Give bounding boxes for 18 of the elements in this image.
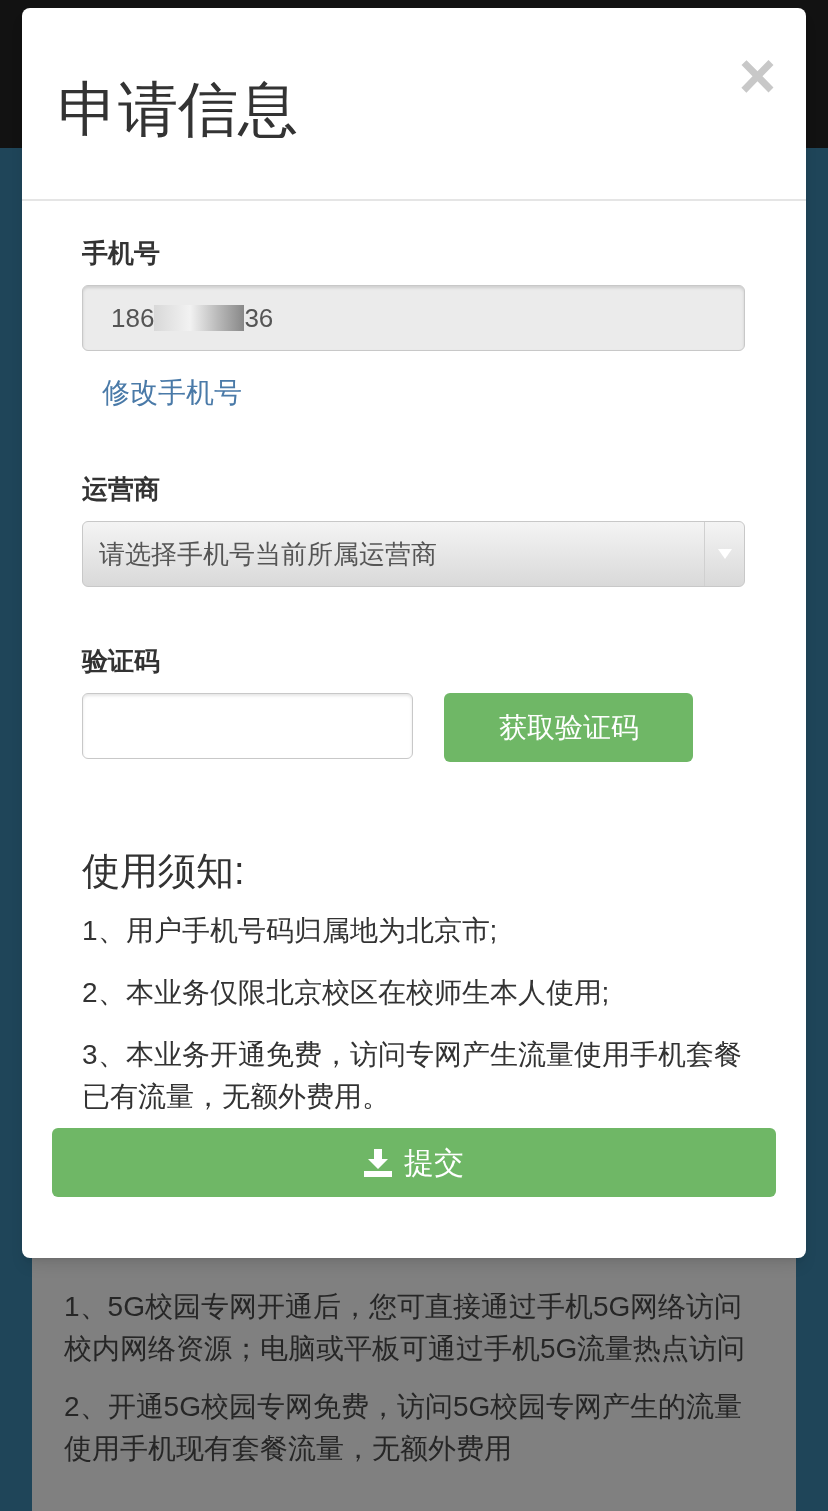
- dropdown-arrow-icon: [717, 549, 732, 559]
- background-text: 1、5G校园专网开通后，您可直接通过手机5G网络访问校内网络资源；电脑或平板可通过手机5G流量热点访问: [64, 1290, 747, 1366]
- carrier-select[interactable]: 请选择手机号当前所属运营商: [82, 521, 745, 587]
- download-icon: [364, 1148, 392, 1177]
- get-code-button[interactable]: 获取验证码: [444, 693, 693, 762]
- background-text: 2、开通5G校园专网免费，访问5G校园专网产生的流量使用手机现有套餐流量，无额外费用: [64, 1390, 744, 1466]
- field-label: 运营商: [82, 473, 161, 506]
- dialog-title: 申请信息: [58, 75, 298, 145]
- code-input[interactable]: [82, 693, 413, 759]
- notice-text: 1、用户手机号码归属地为北京市;: [82, 914, 499, 948]
- submit-button[interactable]: 提交: [52, 1128, 776, 1197]
- field-label: 手机号: [82, 237, 161, 270]
- notice-title: 使用须知:: [82, 849, 246, 894]
- change-phone-link[interactable]: 修改手机号: [102, 375, 242, 411]
- phone-field[interactable]: 186 36: [82, 285, 745, 351]
- notice-text: 3、本业务开通免费，访问专网产生流量使用手机套餐已有流量，无额外费用。: [82, 1038, 743, 1114]
- field-label: 验证码: [82, 645, 161, 678]
- notice-text: 2、本业务仅限北京校区在校师生本人使用;: [82, 976, 611, 1010]
